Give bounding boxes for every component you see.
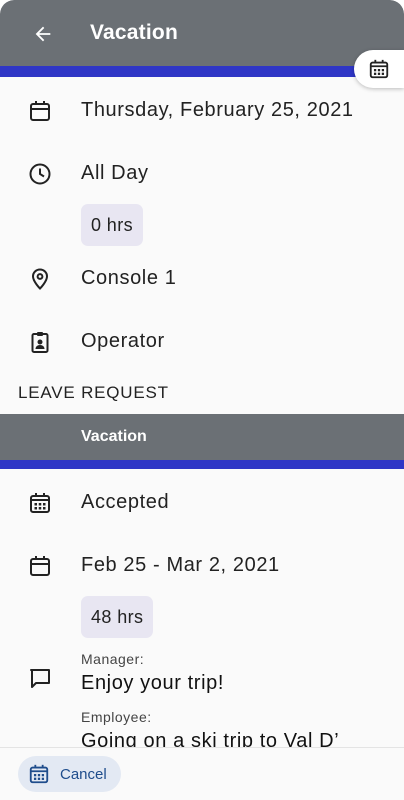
- page-title: Vacation: [90, 21, 178, 44]
- manager-comment-label: Manager:: [81, 651, 145, 667]
- shift-time-row: All Day: [0, 158, 404, 188]
- calendar-icon: [369, 59, 389, 79]
- manager-comment: Enjoy your trip!: [81, 672, 224, 694]
- shift-location: Console 1: [81, 267, 177, 289]
- back-button[interactable]: [30, 21, 56, 47]
- leave-status-row: Accepted: [0, 487, 404, 517]
- leave-request-accent-bar: [0, 460, 404, 469]
- leave-request-type: Vacation: [81, 428, 147, 445]
- shift-hours-chip: 0 hrs: [81, 204, 144, 246]
- screen: Vacation Thursday, February 25, 2021 All…: [0, 0, 404, 800]
- calendar-tab-button[interactable]: [354, 50, 404, 88]
- shift-date-row: Thursday, February 25, 2021: [0, 95, 404, 125]
- calendar-icon: [27, 553, 53, 579]
- leave-request-section-label: LEAVE REQUEST: [18, 383, 169, 402]
- leave-hours-chip: 48 hrs: [81, 596, 154, 638]
- accent-bar: [0, 66, 404, 77]
- app-bar: Vacation: [0, 0, 404, 66]
- location-pin-icon: [27, 266, 53, 292]
- employee-comment-label: Employee:: [81, 709, 152, 725]
- badge-icon: [27, 329, 53, 355]
- bottom-action-bar: Cancel: [0, 747, 404, 800]
- shift-role-row: Operator: [0, 326, 404, 356]
- cancel-button-label: Cancel: [60, 765, 107, 783]
- calendar-cancel-icon: [29, 764, 49, 784]
- shift-location-row: Console 1: [0, 263, 404, 293]
- shift-time: All Day: [81, 162, 149, 184]
- comment-icon: [27, 665, 53, 691]
- calendar-grid-icon: [27, 490, 53, 516]
- leave-status: Accepted: [81, 491, 170, 513]
- calendar-icon: [27, 98, 53, 124]
- leave-request-header: Vacation: [0, 414, 404, 460]
- leave-date-range-row: Feb 25 - Mar 2, 2021: [0, 550, 404, 580]
- shift-role: Operator: [81, 330, 165, 352]
- shift-date: Thursday, February 25, 2021: [81, 99, 354, 121]
- leave-date-range: Feb 25 - Mar 2, 2021: [81, 554, 280, 576]
- arrow-back-icon: [35, 26, 51, 42]
- clock-icon: [27, 161, 53, 187]
- cancel-button[interactable]: Cancel: [18, 756, 121, 792]
